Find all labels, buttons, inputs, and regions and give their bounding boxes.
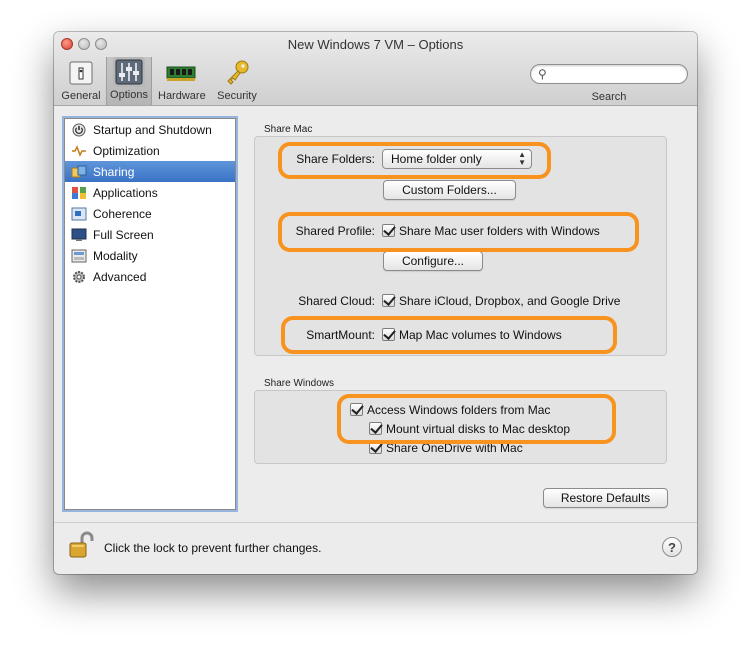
share-mac-group [254, 136, 667, 356]
general-icon [65, 58, 97, 88]
toolbar-options-label: Options [110, 89, 148, 101]
toolbar-security-label: Security [217, 90, 257, 102]
share-folders-label: Share Folders: [296, 152, 375, 166]
smartmount-check-label: Map Mac volumes to Windows [399, 328, 562, 342]
folders-icon [71, 164, 87, 180]
sidebar-item-label: Applications [93, 185, 158, 200]
sidebar-item-applications[interactable]: Applications [65, 182, 235, 203]
toolbar-options[interactable]: Options [106, 57, 152, 105]
bottom-bar: Click the lock to prevent further change… [54, 522, 697, 574]
shared-cloud-check-label: Share iCloud, Dropbox, and Google Drive [399, 294, 621, 308]
sidebar-item-fullscreen[interactable]: Full Screen [65, 224, 235, 245]
sidebar-item-label: Full Screen [93, 227, 154, 242]
share-folders-select[interactable]: Home folder only ▲ ▼ [382, 149, 532, 169]
share-folders-value: Home folder only [391, 152, 482, 166]
mount-disks-checkbox[interactable]: Mount virtual disks to Mac desktop [369, 422, 575, 436]
sidebar-item-label: Modality [93, 248, 138, 263]
sidebar-item-coherence[interactable]: Coherence [65, 203, 235, 224]
lock-icon[interactable] [68, 531, 94, 564]
sidebar-item-optimization[interactable]: Optimization [65, 140, 235, 161]
help-button[interactable]: ? [662, 537, 682, 557]
share-windows-group-label: Share Windows [264, 378, 335, 389]
checkbox-checked[interactable] [350, 403, 363, 416]
toolbar-general-label: General [61, 90, 101, 102]
gear-icon [71, 269, 87, 285]
key-icon [221, 58, 253, 88]
pulse-icon [71, 143, 87, 159]
sidebar-item-label: Sharing [93, 164, 135, 179]
sidebar-item-label: Advanced [93, 269, 147, 284]
popup-arrows-icon: ▲ ▼ [518, 150, 526, 167]
hardware-icon [165, 58, 197, 88]
custom-folders-button[interactable]: Custom Folders... [383, 180, 516, 200]
mount-disks-check-label: Mount virtual disks to Mac desktop [386, 422, 571, 436]
sidebar-item-label: Optimization [93, 143, 160, 158]
window-title: New Windows 7 VM – Options [287, 37, 464, 52]
options-window: New Windows 7 VM – Options General Optio… [54, 32, 697, 574]
shared-cloud-checkbox[interactable]: Share iCloud, Dropbox, and Google Drive [382, 294, 620, 308]
search-icon: ⚲ [538, 67, 547, 81]
checkbox-checked[interactable] [382, 224, 395, 237]
sidebar-item-modality[interactable]: Modality [65, 245, 235, 266]
checkbox-checked[interactable] [369, 441, 382, 454]
checkbox-checked[interactable] [369, 422, 382, 435]
shared-profile-check-label: Share Mac user folders with Windows [399, 224, 600, 238]
title-bar: New Windows 7 VM – Options General Optio… [54, 32, 697, 106]
smartmount-label: SmartMount: [306, 328, 375, 342]
search-label: Search [591, 91, 627, 103]
fullscreen-icon [71, 227, 87, 243]
toolbar-security[interactable]: Security [214, 58, 260, 102]
access-windows-check-label: Access Windows folders from Mac [367, 403, 551, 417]
lock-text: Click the lock to prevent further change… [104, 541, 322, 555]
toolbar-general[interactable]: General [58, 58, 104, 102]
toolbar-hardware[interactable]: Hardware [158, 58, 206, 102]
share-mac-group-label: Share Mac [264, 124, 313, 135]
shared-profile-label: Shared Profile: [295, 224, 375, 238]
sidebar-item-label: Startup and Shutdown [93, 122, 212, 137]
configure-button[interactable]: Configure... [383, 251, 483, 271]
apps-icon [71, 185, 87, 201]
options-icon [113, 57, 145, 87]
onedrive-check-label: Share OneDrive with Mac [386, 441, 523, 455]
access-windows-checkbox[interactable]: Access Windows folders from Mac [350, 403, 550, 417]
power-icon [71, 122, 87, 138]
checkbox-checked[interactable] [382, 328, 395, 341]
sidebar-item-label: Coherence [93, 206, 152, 221]
checkbox-checked[interactable] [382, 294, 395, 307]
sidebar-item-startup[interactable]: Startup and Shutdown [65, 119, 235, 140]
shared-cloud-label: Shared Cloud: [298, 294, 375, 308]
options-sidebar: Startup and Shutdown Optimization Sharin… [64, 118, 236, 510]
restore-defaults-button[interactable]: Restore Defaults [543, 488, 668, 508]
sidebar-item-sharing[interactable]: Sharing [65, 161, 235, 182]
search-input[interactable]: ⚲ [530, 64, 688, 84]
onedrive-checkbox[interactable]: Share OneDrive with Mac [369, 441, 523, 455]
modality-icon [71, 248, 87, 264]
shared-profile-checkbox[interactable]: Share Mac user folders with Windows [382, 224, 600, 238]
sidebar-item-advanced[interactable]: Advanced [65, 266, 235, 287]
smartmount-checkbox[interactable]: Map Mac volumes to Windows [382, 328, 562, 342]
toolbar-hardware-label: Hardware [158, 90, 206, 102]
coherence-icon [71, 206, 87, 222]
